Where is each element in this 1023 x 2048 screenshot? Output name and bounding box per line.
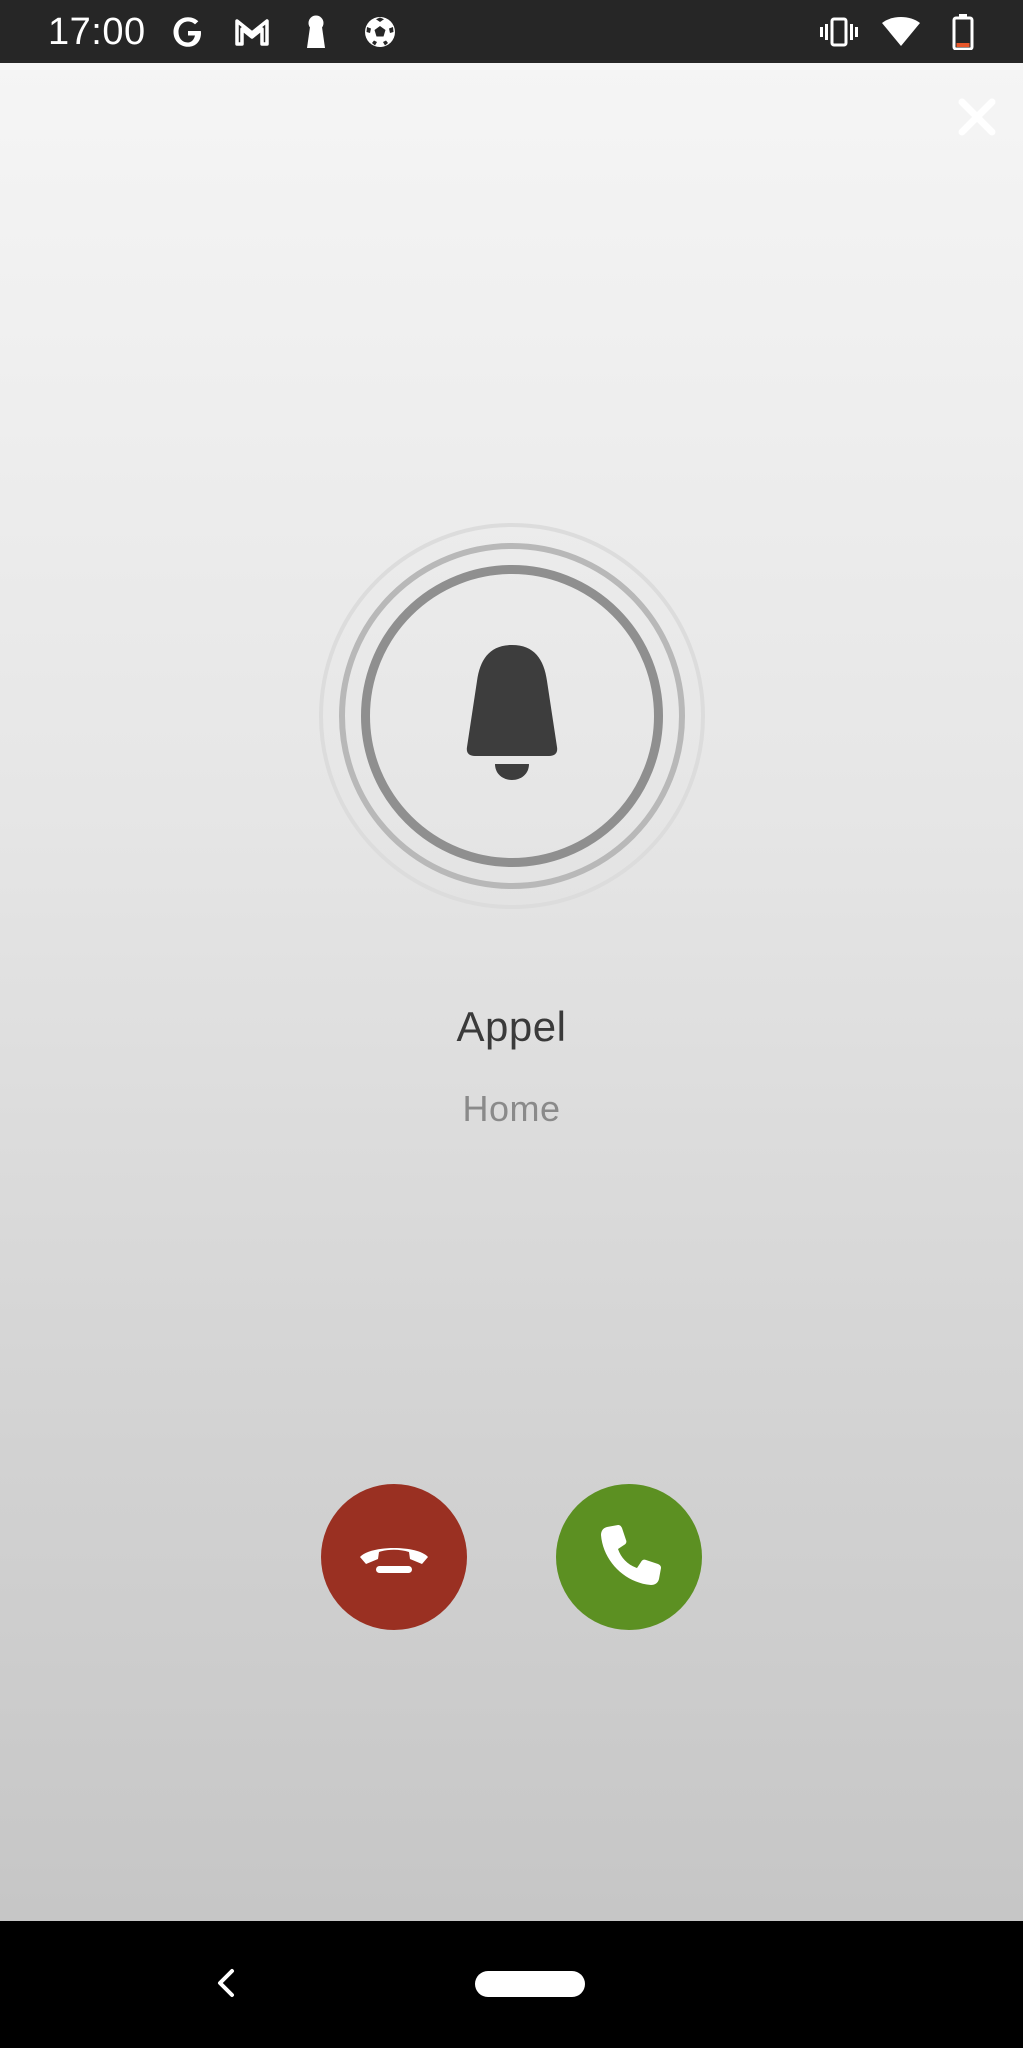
- decline-call-button[interactable]: [321, 1484, 467, 1630]
- status-time: 17:00: [48, 11, 146, 53]
- caller-subtitle: Home: [462, 1088, 561, 1129]
- bell-icon: [466, 645, 558, 780]
- wifi-icon: [881, 12, 921, 52]
- close-icon: [958, 98, 996, 136]
- incoming-call-screen: Appel Home: [0, 63, 1023, 1921]
- ringing-indicator: [319, 523, 705, 909]
- back-button[interactable]: [206, 1961, 246, 2005]
- close-button[interactable]: [949, 89, 1005, 145]
- status-bar: 17:00: [0, 0, 1023, 63]
- phone-icon: [601, 1525, 661, 1585]
- battery-icon: [943, 12, 983, 52]
- navigation-bar: [0, 1921, 1023, 2048]
- google-icon: [168, 12, 208, 52]
- soccer-ball-icon: [360, 12, 400, 52]
- keyhole-icon: [296, 12, 336, 52]
- accept-call-button[interactable]: [556, 1484, 702, 1630]
- vibrate-icon: [819, 12, 859, 52]
- notification-icons: [168, 12, 400, 52]
- home-pill-button[interactable]: [475, 1971, 585, 1997]
- chevron-left-icon: [218, 1969, 234, 1997]
- gmail-icon: [232, 12, 272, 52]
- caller-title: Appel: [456, 1003, 567, 1050]
- system-status-icons: [819, 12, 983, 52]
- hang-up-icon: [360, 1548, 428, 1573]
